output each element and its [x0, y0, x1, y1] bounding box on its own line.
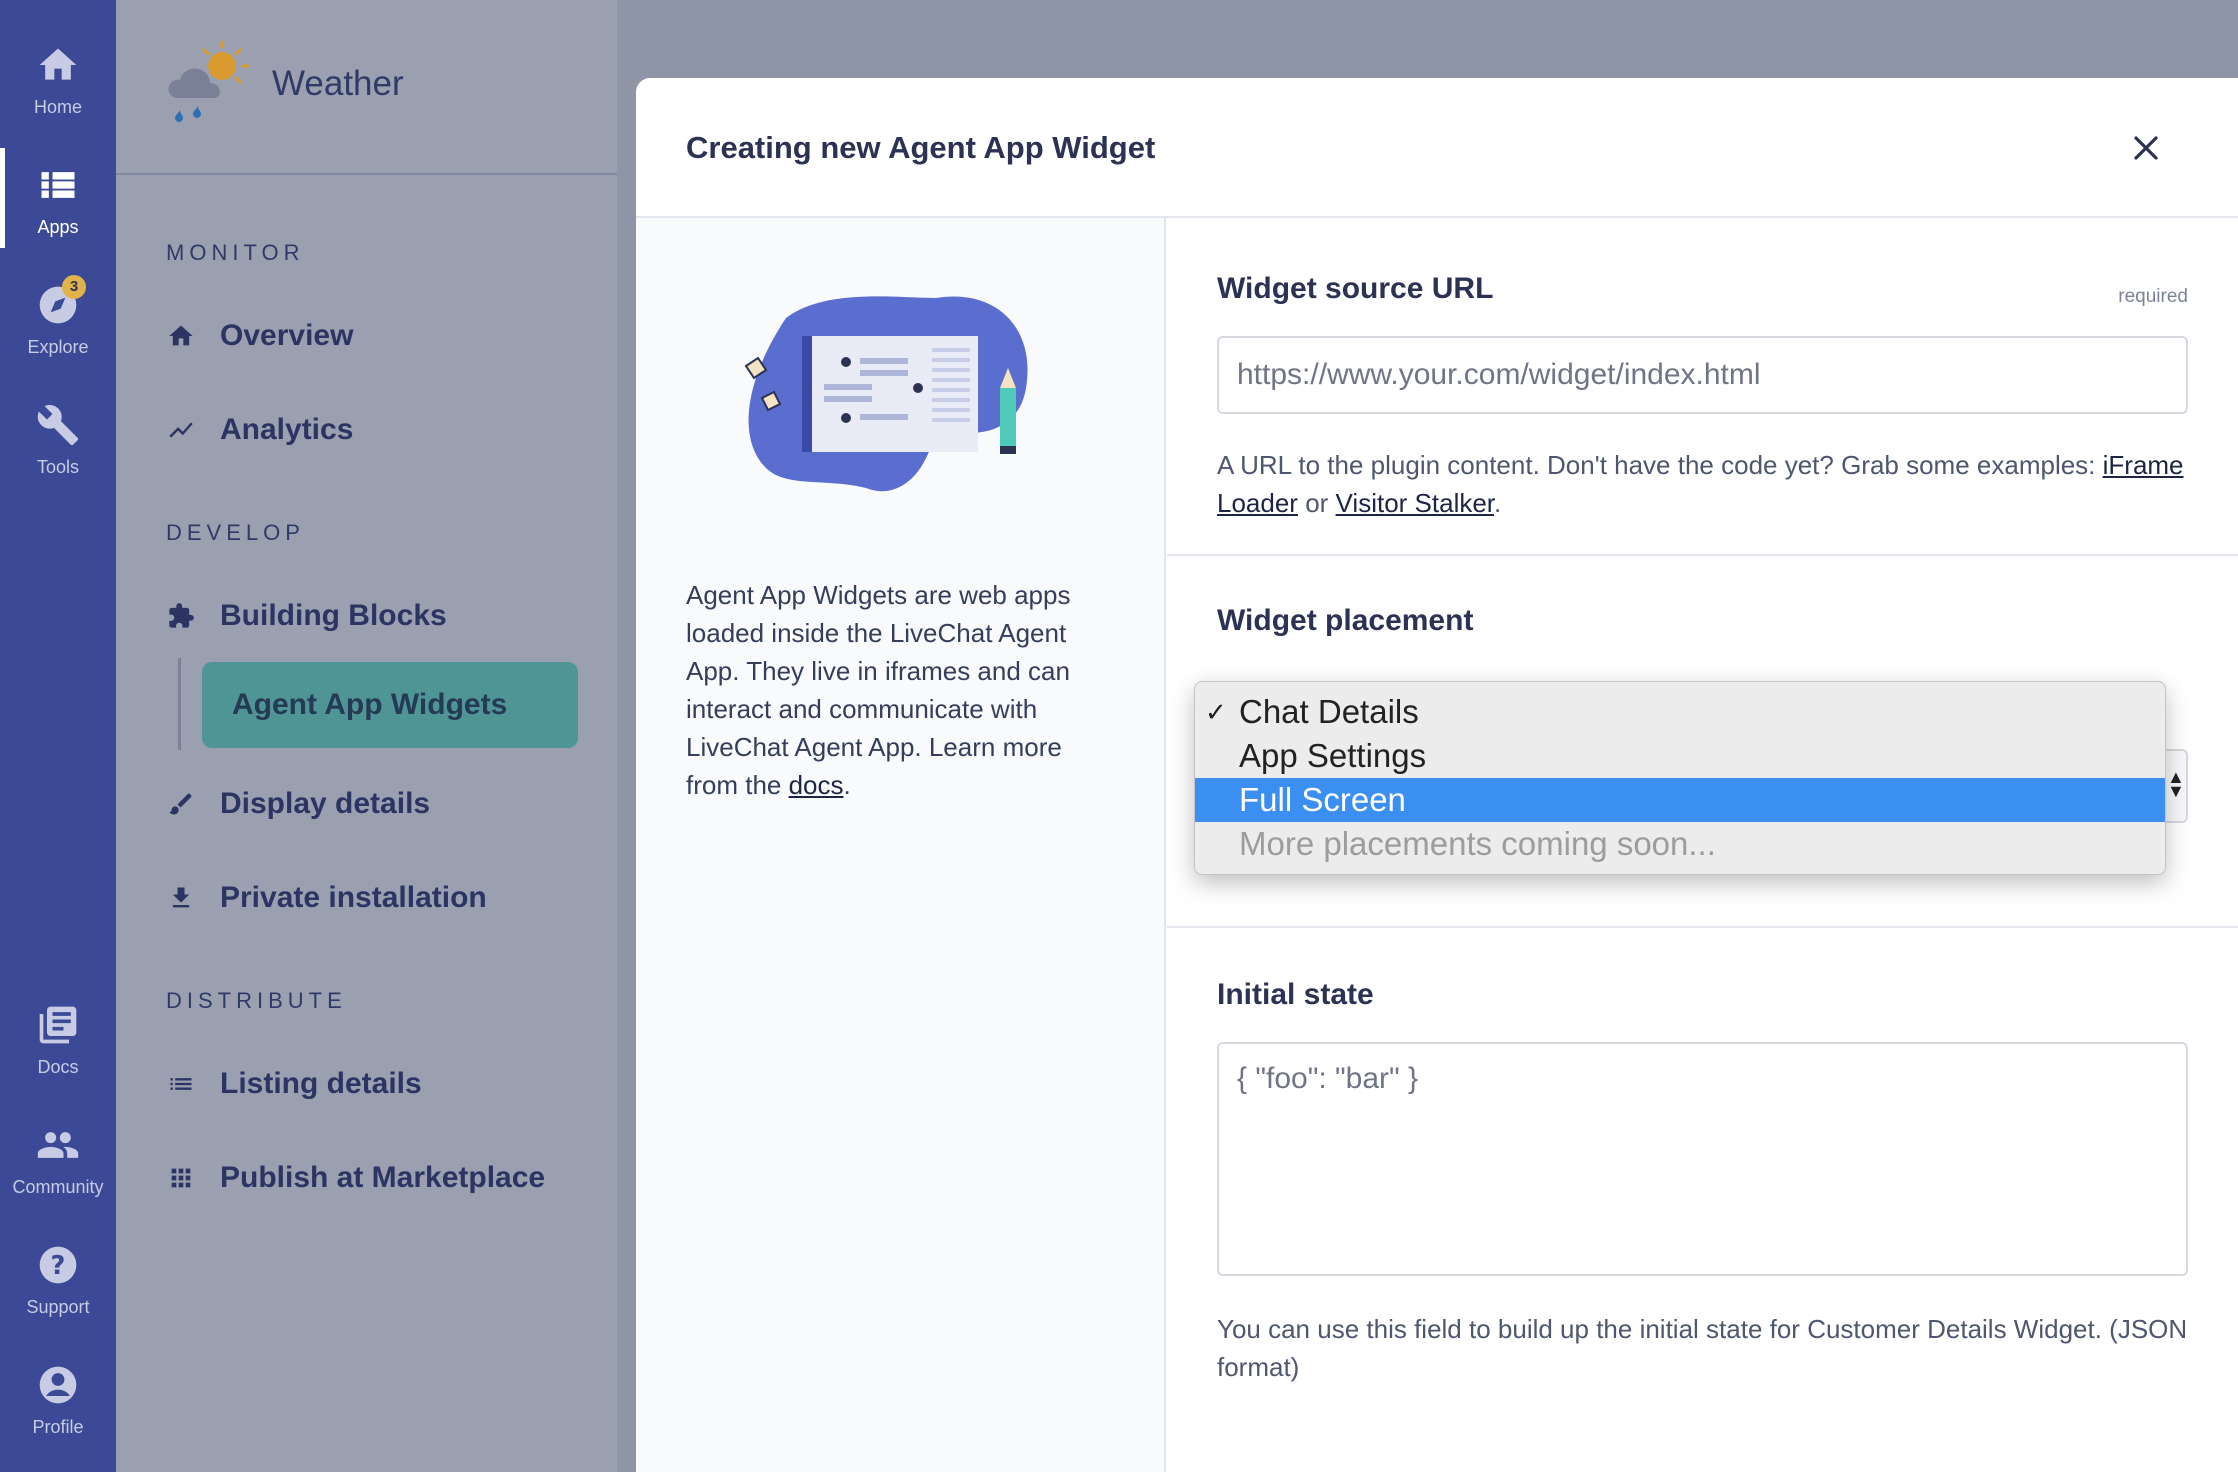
rail-label: Community [12, 1176, 104, 1197]
section-label-distribute: DISTRIBUTE [166, 988, 347, 1013]
source-url-section: Widget source URL required https://www.y… [1167, 218, 2238, 556]
download-icon [166, 883, 196, 913]
placement-dropdown-menu: ✓ Chat Details App Settings Full Screen … [1194, 681, 2166, 875]
submenu-line [178, 658, 181, 750]
list-icon [166, 1069, 196, 1099]
option-full-screen[interactable]: Full Screen [1195, 778, 2165, 822]
section-label-develop: DEVELOP [166, 520, 305, 545]
grid-icon [166, 1163, 196, 1193]
help-icon: ? [34, 1241, 82, 1289]
source-url-help: A URL to the plugin content. Don't have … [1217, 446, 2188, 522]
option-more-coming-soon: More placements coming soon... [1195, 822, 2165, 866]
sidebar-item-analytics[interactable]: Analytics [166, 400, 353, 460]
sidebar-item-building-blocks[interactable]: Building Blocks [166, 586, 447, 646]
svg-text:?: ? [51, 1251, 66, 1281]
checkmark-icon: ✓ [1205, 696, 1227, 727]
sidebar-item-label: Private installation [220, 881, 487, 914]
source-url-label: Widget source URL [1217, 272, 1494, 305]
sidebar-item-display-details[interactable]: Display details [166, 774, 430, 834]
help-text: A URL to the plugin content. Don't have … [1217, 450, 2103, 480]
sidebar-item-publish[interactable]: Publish at Marketplace [166, 1148, 545, 1208]
sidebar-item-overview[interactable]: Overview [166, 306, 353, 366]
sidebar-item-listing-details[interactable]: Listing details [166, 1054, 422, 1114]
wrench-icon [34, 401, 82, 449]
rail-label: Home [33, 96, 82, 117]
rail-item-community[interactable]: Community [0, 1104, 116, 1214]
apps-icon [34, 161, 82, 209]
sidebar-item-label: Analytics [220, 413, 354, 446]
sidebar-item-label: Building Blocks [220, 599, 447, 632]
widget-description: Agent App Widgets are web apps loaded in… [686, 576, 1106, 804]
description-text: Agent App Widgets are web apps loaded in… [686, 580, 1071, 800]
app-name: Weather [272, 64, 404, 103]
community-icon [34, 1121, 82, 1169]
initial-state-help: You can use this field to build up the i… [1217, 1314, 2188, 1382]
visitor-stalker-link[interactable]: Visitor Stalker [1336, 488, 1494, 518]
select-arrows-icon: ▲ ▼ [2167, 767, 2185, 801]
section-label-monitor: MONITOR [166, 240, 305, 265]
option-label: Chat Details [1239, 693, 1419, 730]
rail-item-home[interactable]: Home [0, 24, 116, 134]
sidebar-item-label: Display details [220, 787, 431, 820]
option-chat-details[interactable]: ✓ Chat Details [1195, 690, 2165, 734]
rail-label: Profile [32, 1416, 84, 1437]
rail-item-explore[interactable]: 3 Explore [0, 264, 116, 374]
modal-header: Creating new Agent App Widget [636, 78, 2238, 218]
initial-state-label: Initial state [1217, 978, 1374, 1011]
sidebar-item-private-installation[interactable]: Private installation [166, 868, 487, 928]
rail-item-profile[interactable]: Profile [0, 1344, 116, 1454]
sidebar-item-label: Publish at Marketplace [220, 1161, 546, 1194]
required-tag: required [2118, 286, 2188, 307]
sidebar-item-agent-app-widgets[interactable]: Agent App Widgets [202, 662, 578, 748]
widget-illustration [744, 296, 1028, 492]
option-app-settings[interactable]: App Settings [1195, 734, 2165, 778]
sidebar-item-label: Overview [220, 319, 354, 352]
trend-icon [166, 415, 196, 445]
close-button[interactable] [2124, 126, 2168, 170]
rail-item-apps[interactable]: Apps [0, 144, 116, 254]
app-sidebar: Weather MONITOR Overview Analytics DEVEL… [116, 0, 617, 1472]
app-header: Weather [116, 0, 617, 175]
option-label: Full Screen [1239, 781, 1406, 818]
initial-state-section: Initial state { "foo": "bar" } You can u… [1167, 928, 2238, 1472]
sidebar-item-label: Listing details [220, 1067, 422, 1100]
option-label: More placements coming soon... [1239, 825, 1716, 862]
puzzle-icon [166, 601, 196, 631]
placement-label: Widget placement [1217, 604, 1474, 637]
profile-icon [34, 1361, 82, 1409]
modal-title: Creating new Agent App Widget [686, 130, 1156, 165]
docs-icon [34, 1001, 82, 1049]
rail-item-docs[interactable]: Docs [0, 984, 116, 1094]
notification-badge: 3 [62, 274, 86, 299]
help-end: . [1494, 488, 1502, 518]
description-end: . [843, 770, 851, 800]
info-pane: Agent App Widgets are web apps loaded in… [636, 218, 1166, 1472]
rail-label: Tools [36, 456, 80, 477]
or-text: or [1297, 488, 1336, 518]
rail-item-tools[interactable]: Tools [0, 384, 116, 494]
rail-label: Apps [37, 216, 79, 237]
home-icon [166, 321, 196, 351]
explore-icon: 3 [34, 274, 86, 329]
rail-label: Support [26, 1296, 90, 1317]
rail-label: Explore [27, 336, 89, 357]
docs-link[interactable]: docs [789, 770, 844, 800]
initial-state-textarea[interactable]: { "foo": "bar" } [1217, 1042, 2188, 1276]
home-icon [34, 41, 82, 89]
weather-logo-icon [168, 40, 250, 122]
close-icon [2134, 136, 2158, 160]
option-label: App Settings [1239, 737, 1427, 774]
main-nav-rail: Home Apps 3 Explore Tools Docs Community [0, 0, 116, 1472]
rail-label: Docs [37, 1056, 79, 1077]
rail-item-support[interactable]: ? Support [0, 1224, 116, 1334]
brush-icon [166, 789, 196, 819]
source-url-input[interactable]: https://www.your.com/widget/index.html [1217, 336, 2188, 414]
